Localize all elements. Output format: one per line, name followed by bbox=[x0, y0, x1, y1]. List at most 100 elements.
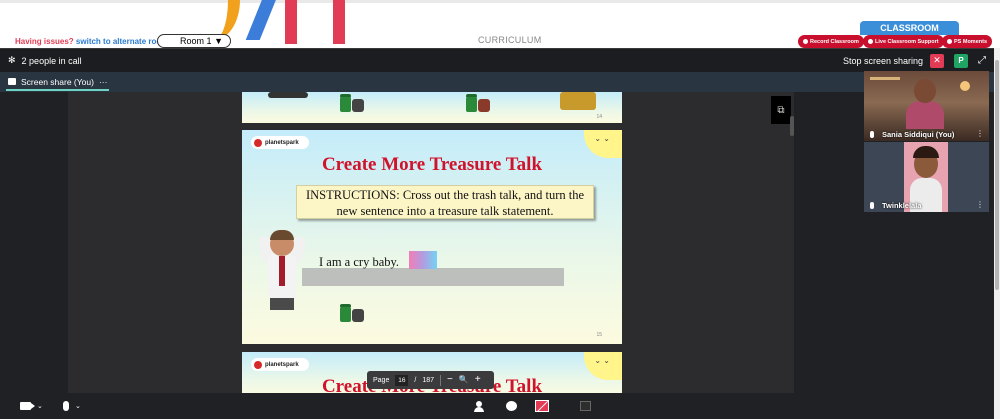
ps-moments-button[interactable]: PS Moments bbox=[942, 35, 993, 48]
participant-name-label: Twinklelala bbox=[882, 201, 922, 210]
participant-tile-self[interactable]: Sania Siddiqui (You) ⋮ bbox=[864, 71, 989, 141]
header-actions: Stop screen sharing ✕ P ⤢ bbox=[843, 53, 986, 68]
live-support-label: Live Classroom Support bbox=[875, 38, 939, 45]
grid-icon bbox=[580, 401, 591, 411]
tab-screen-share[interactable]: Screen share (You) ··· bbox=[6, 74, 110, 91]
live-support-button[interactable]: Live Classroom Support bbox=[863, 35, 944, 48]
microphone-icon bbox=[870, 131, 874, 138]
issues-notice: Having issues? switch to alternate room bbox=[15, 37, 168, 46]
people-count-label: 2 people in call bbox=[21, 55, 82, 66]
decorative-arc-red bbox=[285, 0, 345, 44]
page-separator: / bbox=[414, 376, 417, 384]
record-classroom-button[interactable]: Record Classroom bbox=[798, 35, 864, 48]
stage-left-margin bbox=[0, 92, 68, 393]
curriculum-label[interactable]: CURRICULUM bbox=[478, 35, 542, 45]
app-root: Having issues? switch to alternate room … bbox=[0, 0, 1000, 419]
page-label: Page bbox=[373, 376, 390, 384]
highlight-box bbox=[409, 251, 437, 269]
moments-icon bbox=[947, 39, 952, 44]
gear-icon[interactable]: ✻ bbox=[8, 55, 16, 66]
slide-current: planetspark ⌄ ⌄ Create More Treasure Tal… bbox=[242, 130, 622, 344]
person-icon bbox=[474, 401, 484, 412]
classroom-tab[interactable]: CLASSROOM bbox=[860, 21, 959, 35]
participant-name-label: Sania Siddiqui (You) bbox=[882, 130, 955, 139]
mic-toggle[interactable]: ⌄ bbox=[63, 401, 81, 411]
chevron-down-icon: ▼ bbox=[214, 36, 223, 46]
record-classroom-label: Record Classroom bbox=[810, 38, 859, 45]
close-icon[interactable]: ✕ bbox=[930, 53, 944, 68]
total-pages: 187 bbox=[422, 376, 434, 384]
stage-scrollbar-thumb[interactable] bbox=[790, 116, 794, 136]
logo-text: planetspark bbox=[265, 361, 299, 368]
trash-can-image bbox=[340, 92, 366, 112]
shared-screen: 14 planetspark ⌄ ⌄ Create More Treasure … bbox=[68, 92, 794, 393]
room-select[interactable]: Room 1 ▼ bbox=[157, 34, 231, 48]
slide-title: Create More Treasure Talk bbox=[321, 154, 543, 175]
zoom-icon[interactable]: 🔍 bbox=[459, 375, 469, 385]
stop-share-label[interactable]: Stop screen sharing bbox=[843, 56, 923, 66]
participant-video bbox=[904, 79, 946, 129]
more-options-icon[interactable]: ⋮ bbox=[976, 200, 984, 209]
chat-icon bbox=[506, 401, 517, 411]
chevron-down-icon[interactable]: ⌄ bbox=[37, 402, 43, 410]
tab-screen-share-label: Screen share (You) bbox=[21, 76, 94, 87]
slide-previous: 14 bbox=[242, 92, 622, 123]
camera-icon bbox=[20, 402, 35, 410]
prev-slide-object bbox=[268, 92, 308, 98]
share-tabbar: Screen share (You) ··· bbox=[0, 72, 994, 92]
planet-logo-icon bbox=[254, 138, 262, 147]
expand-icon[interactable]: ⤢ bbox=[978, 55, 986, 66]
record-icon bbox=[803, 39, 808, 44]
slide-page-number: 14 bbox=[596, 114, 602, 120]
support-icon bbox=[868, 39, 873, 44]
camera-toggle[interactable]: ⌄ bbox=[20, 402, 43, 410]
zoom-in-button[interactable]: + bbox=[475, 375, 481, 385]
trash-can-image bbox=[340, 302, 366, 322]
top-stripe bbox=[0, 0, 1000, 3]
participant-name: Sania Siddiqui (You) bbox=[870, 130, 954, 139]
crying-boy-image bbox=[256, 230, 308, 310]
stop-share-button[interactable] bbox=[535, 400, 549, 412]
stop-share-icon bbox=[535, 400, 549, 412]
decorative-bar-blue bbox=[245, 0, 279, 40]
call-header: ✻ 2 people in call Stop screen sharing ✕… bbox=[0, 48, 994, 72]
self-avatar[interactable]: P bbox=[954, 53, 968, 68]
participant-name: Twinklelala bbox=[870, 201, 921, 210]
toolbar-divider bbox=[440, 374, 441, 386]
more-options-icon[interactable]: ··· bbox=[99, 77, 108, 87]
zoom-out-button[interactable]: − bbox=[447, 375, 453, 385]
birds-icon: ⌄ ⌄ bbox=[594, 356, 610, 365]
background-lamp bbox=[960, 81, 970, 91]
call-frame: ✻ 2 people in call Stop screen sharing ✕… bbox=[0, 48, 994, 419]
answer-bar bbox=[302, 268, 564, 286]
people-button[interactable] bbox=[474, 401, 484, 412]
planetspark-logo: planetspark bbox=[251, 358, 309, 371]
instructions-box: INSTRUCTIONS: Cross out the trash talk, … bbox=[296, 185, 594, 219]
more-options-icon[interactable]: ⋮ bbox=[976, 129, 984, 138]
background-shelf bbox=[870, 77, 900, 80]
page-number-input[interactable]: 16 bbox=[395, 374, 409, 386]
issues-text: Having issues? bbox=[15, 37, 74, 46]
ps-moments-label: PS Moments bbox=[954, 38, 988, 45]
chevron-down-icon[interactable]: ⌄ bbox=[75, 402, 81, 410]
trash-can-image bbox=[466, 92, 492, 112]
page-scrollbar-thumb[interactable] bbox=[995, 60, 999, 290]
treasure-bag-image bbox=[560, 92, 596, 110]
microphone-icon bbox=[870, 202, 874, 209]
birds-icon: ⌄ ⌄ bbox=[594, 134, 610, 143]
people-count[interactable]: ✻ 2 people in call bbox=[8, 55, 82, 66]
trash-talk-sentence: I am a cry baby. bbox=[319, 255, 400, 269]
pdf-toolbar: Page 16 / 187 − 🔍 + bbox=[367, 371, 494, 389]
call-controls: ⌄ ⌄ bbox=[0, 393, 994, 419]
site-header: Having issues? switch to alternate room … bbox=[0, 0, 1000, 48]
page-scrollbar[interactable] bbox=[994, 48, 1000, 419]
participant-tile-guest[interactable]: Twinklelala ⋮ bbox=[864, 142, 989, 212]
layout-button[interactable] bbox=[580, 401, 591, 411]
planet-logo-icon bbox=[254, 360, 262, 369]
room-select-value: Room 1 bbox=[180, 36, 212, 46]
external-link-icon[interactable]: ⧉ bbox=[771, 96, 791, 124]
alternate-room-link[interactable]: switch to alternate room bbox=[76, 37, 168, 46]
screen-share-icon bbox=[8, 78, 16, 85]
chat-button[interactable] bbox=[506, 401, 517, 411]
microphone-icon bbox=[63, 401, 69, 411]
